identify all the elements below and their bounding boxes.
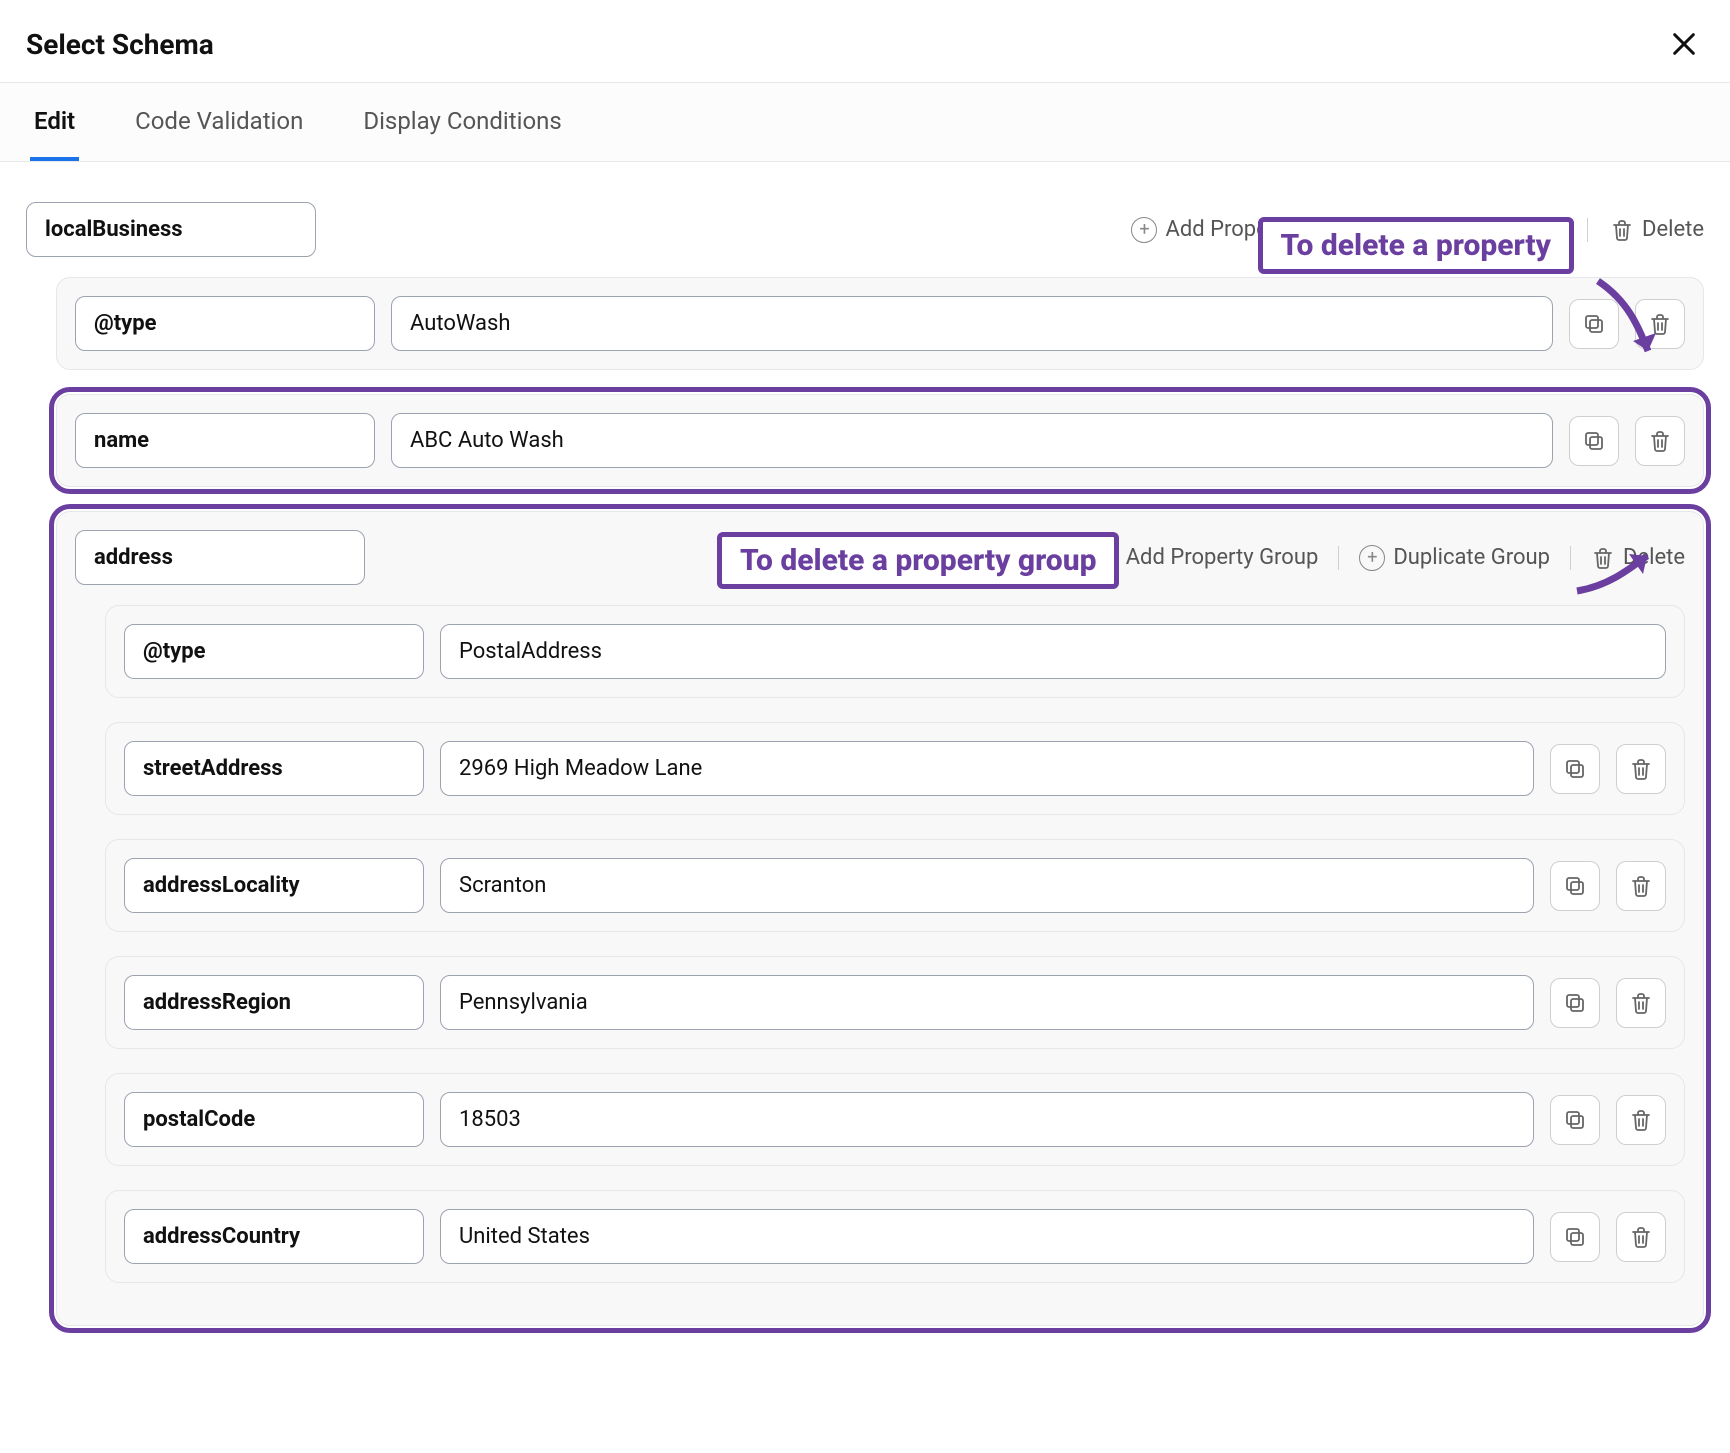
- delete-label: Delete: [1642, 217, 1704, 242]
- property-key-input[interactable]: addressCountry: [124, 1209, 424, 1264]
- property-key-input[interactable]: addressRegion: [124, 975, 424, 1030]
- plus-icon: +: [1359, 545, 1385, 571]
- delete-button[interactable]: [1635, 416, 1685, 466]
- root-name-input[interactable]: localBusiness: [26, 202, 316, 257]
- delete-root-button[interactable]: Delete: [1610, 217, 1704, 242]
- property-value-input[interactable]: Pennsylvania: [440, 975, 1534, 1030]
- group-add-property-group-label: Add Property Group: [1126, 545, 1319, 570]
- property-value-input[interactable]: PostalAddress: [440, 624, 1666, 679]
- plus-icon: +: [1131, 217, 1157, 243]
- group-duplicate-label: Duplicate Group: [1393, 545, 1550, 570]
- copy-icon: [1563, 757, 1587, 781]
- group-property-tree: @type PostalAddress streetAddress 2969 H…: [105, 605, 1685, 1283]
- tab-edit[interactable]: Edit: [30, 83, 79, 161]
- copy-icon: [1563, 991, 1587, 1015]
- delete-button[interactable]: [1616, 861, 1666, 911]
- dialog-title: Select Schema: [26, 28, 214, 61]
- copy-icon: [1563, 1225, 1587, 1249]
- property-value-input[interactable]: United States: [440, 1209, 1534, 1264]
- property-key-input[interactable]: postalCode: [124, 1092, 424, 1147]
- property-value-input[interactable]: ABC Auto Wash: [391, 413, 1553, 468]
- trash-icon: [1629, 874, 1653, 898]
- property-row-street: streetAddress 2969 High Meadow Lane: [105, 722, 1685, 815]
- trash-icon: [1629, 991, 1653, 1015]
- annotation-delete-group: To delete a property group: [717, 532, 1119, 589]
- property-key-input[interactable]: addressLocality: [124, 858, 424, 913]
- property-row-name: name ABC Auto Wash: [56, 394, 1704, 487]
- group-add-property-group-button[interactable]: + Add Property Group: [1092, 545, 1319, 571]
- property-value-input[interactable]: Scranton: [440, 858, 1534, 913]
- annotation-arrow-1: [1578, 271, 1668, 371]
- separator: [1587, 218, 1588, 242]
- property-value-input[interactable]: 2969 High Meadow Lane: [440, 741, 1534, 796]
- copy-button[interactable]: [1550, 1095, 1600, 1145]
- property-row-type: @type AutoWash: [56, 277, 1704, 370]
- group-name-input[interactable]: address: [75, 530, 365, 585]
- property-row-address-type: @type PostalAddress: [105, 605, 1685, 698]
- editor-content: localBusiness + Add Property + Add Prope…: [0, 162, 1730, 1380]
- delete-button[interactable]: [1616, 978, 1666, 1028]
- copy-button[interactable]: [1550, 744, 1600, 794]
- property-key-input[interactable]: streetAddress: [124, 741, 424, 796]
- copy-button[interactable]: [1550, 978, 1600, 1028]
- delete-button[interactable]: [1616, 1095, 1666, 1145]
- property-key-input[interactable]: @type: [124, 624, 424, 679]
- annotation-delete-property: To delete a property: [1258, 217, 1574, 274]
- property-row-country: addressCountry United States: [105, 1190, 1685, 1283]
- tab-display-conditions[interactable]: Display Conditions: [359, 83, 565, 161]
- copy-icon: [1563, 1108, 1587, 1132]
- copy-icon: [1582, 429, 1606, 453]
- tab-code-validation[interactable]: Code Validation: [131, 83, 307, 161]
- property-group-address: To delete a property group address + Add…: [56, 511, 1704, 1326]
- copy-button[interactable]: [1550, 1212, 1600, 1262]
- group-duplicate-button[interactable]: + Duplicate Group: [1359, 545, 1550, 571]
- trash-icon: [1629, 757, 1653, 781]
- titlebar: Select Schema: [0, 0, 1730, 82]
- close-button[interactable]: [1664, 24, 1704, 64]
- property-tree: To delete a property @type AutoWash name…: [56, 277, 1704, 1326]
- trash-icon: [1610, 218, 1634, 242]
- copy-icon: [1563, 874, 1587, 898]
- property-value-input[interactable]: AutoWash: [391, 296, 1553, 351]
- property-row-locality: addressLocality Scranton: [105, 839, 1685, 932]
- trash-icon: [1629, 1108, 1653, 1132]
- delete-button[interactable]: [1616, 1212, 1666, 1262]
- copy-button[interactable]: [1550, 861, 1600, 911]
- property-value-input[interactable]: 18503: [440, 1092, 1534, 1147]
- copy-button[interactable]: [1569, 416, 1619, 466]
- trash-icon: [1648, 429, 1672, 453]
- close-icon: [1670, 30, 1698, 58]
- delete-button[interactable]: [1616, 744, 1666, 794]
- tab-bar: Edit Code Validation Display Conditions: [0, 82, 1730, 162]
- property-row-region: addressRegion Pennsylvania: [105, 956, 1685, 1049]
- property-key-input[interactable]: name: [75, 413, 375, 468]
- property-key-input[interactable]: @type: [75, 296, 375, 351]
- property-row-postal: postalCode 18503: [105, 1073, 1685, 1166]
- annotation-arrow-2: [1567, 546, 1667, 606]
- trash-icon: [1629, 1225, 1653, 1249]
- separator: [1338, 546, 1339, 570]
